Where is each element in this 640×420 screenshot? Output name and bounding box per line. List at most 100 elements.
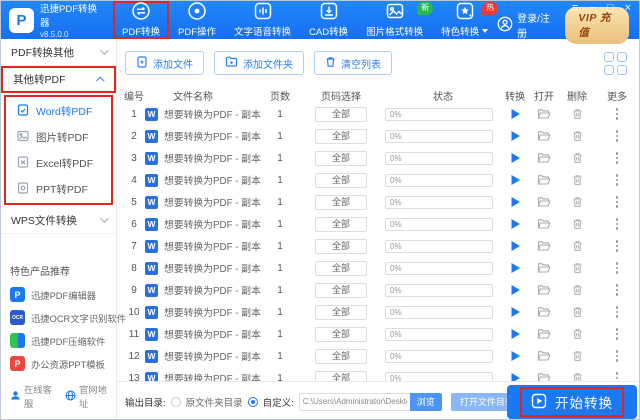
convert-play-button[interactable] bbox=[501, 240, 529, 252]
more-options-button[interactable] bbox=[595, 108, 639, 120]
convert-play-button[interactable] bbox=[501, 306, 529, 318]
page-select-button[interactable]: 全部 bbox=[315, 217, 367, 232]
sidebar-item-ppt-to-pdf[interactable]: PPT转PDF bbox=[6, 176, 111, 202]
convert-play-button[interactable] bbox=[501, 350, 529, 362]
open-folder-button[interactable] bbox=[529, 174, 559, 186]
open-folder-button[interactable] bbox=[529, 152, 559, 164]
page-select-button[interactable]: 全部 bbox=[315, 129, 367, 144]
delete-button[interactable] bbox=[559, 152, 595, 164]
page-select-button[interactable]: 全部 bbox=[315, 283, 367, 298]
convert-play-button[interactable] bbox=[501, 262, 529, 274]
sidebar-section-pdf-to-other[interactable]: PDF转换其他 bbox=[1, 39, 116, 66]
radio-original-label[interactable]: 原文件夹目录 bbox=[186, 395, 243, 409]
delete-button[interactable] bbox=[559, 306, 595, 318]
open-folder-button[interactable] bbox=[529, 350, 559, 362]
radio-original-folder[interactable] bbox=[171, 397, 181, 407]
nav-image-format-convert[interactable]: 新 图片格式转换 bbox=[357, 1, 432, 39]
more-options-button[interactable] bbox=[595, 262, 639, 274]
product-pdf-compressor[interactable]: 迅捷PDF压缩软件 bbox=[10, 329, 107, 352]
convert-play-button[interactable] bbox=[501, 130, 529, 142]
nav-text-speech-convert[interactable]: 文字语音转换 bbox=[225, 1, 300, 39]
more-options-button[interactable] bbox=[595, 218, 639, 230]
convert-play-button[interactable] bbox=[501, 174, 529, 186]
open-folder-button[interactable] bbox=[529, 130, 559, 142]
delete-button[interactable] bbox=[559, 130, 595, 142]
start-convert-button[interactable]: 开始转换 bbox=[507, 385, 637, 419]
maximize-button[interactable]: □ bbox=[607, 3, 614, 14]
minimize-button[interactable]: − bbox=[589, 3, 595, 14]
nav-cad-convert[interactable]: CAD转换 bbox=[300, 1, 357, 39]
open-folder-button[interactable] bbox=[529, 328, 559, 340]
more-options-button[interactable] bbox=[595, 350, 639, 362]
delete-button[interactable] bbox=[559, 108, 595, 120]
more-options-button[interactable] bbox=[595, 152, 639, 164]
convert-play-button[interactable] bbox=[501, 218, 529, 230]
add-folder-button[interactable]: 添加文件夹 bbox=[214, 51, 304, 75]
delete-button[interactable] bbox=[559, 196, 595, 208]
clear-list-button[interactable]: 清空列表 bbox=[314, 51, 392, 75]
page-select-button[interactable]: 全部 bbox=[315, 173, 367, 188]
grid-view-icon[interactable] bbox=[604, 52, 627, 75]
more-options-button[interactable] bbox=[595, 328, 639, 340]
open-folder-button[interactable] bbox=[529, 372, 559, 381]
page-select-button[interactable]: 全部 bbox=[315, 371, 367, 382]
page-select-button[interactable]: 全部 bbox=[315, 195, 367, 210]
delete-button[interactable] bbox=[559, 328, 595, 340]
more-options-button[interactable] bbox=[595, 306, 639, 318]
sidebar-item-image-to-pdf[interactable]: 图片转PDF bbox=[6, 124, 111, 150]
nav-special-convert[interactable]: 热 特色转换 bbox=[432, 1, 497, 39]
nav-pdf-operate[interactable]: PDF操作 bbox=[169, 1, 225, 39]
close-button[interactable]: × bbox=[625, 3, 631, 14]
convert-play-button[interactable] bbox=[501, 108, 529, 120]
convert-play-button[interactable] bbox=[501, 152, 529, 164]
convert-play-button[interactable] bbox=[501, 372, 529, 381]
open-folder-button[interactable] bbox=[529, 218, 559, 230]
convert-play-button[interactable] bbox=[501, 284, 529, 296]
nav-pdf-convert[interactable]: PDF转换 bbox=[113, 1, 169, 39]
output-path-input[interactable] bbox=[299, 393, 411, 411]
online-service-link[interactable]: 在线客服 bbox=[10, 382, 52, 410]
open-folder-button[interactable] bbox=[529, 240, 559, 252]
more-options-button[interactable] bbox=[595, 196, 639, 208]
page-select-button[interactable]: 全部 bbox=[315, 151, 367, 166]
product-pdf-editor[interactable]: P 迅捷PDF编辑器 bbox=[10, 283, 107, 306]
more-options-button[interactable] bbox=[595, 240, 639, 252]
page-select-button[interactable]: 全部 bbox=[315, 349, 367, 364]
sidebar-item-word-to-pdf[interactable]: Word转PDF bbox=[6, 98, 111, 124]
more-options-button[interactable] bbox=[595, 372, 639, 381]
open-folder-button[interactable] bbox=[529, 108, 559, 120]
convert-play-button[interactable] bbox=[501, 328, 529, 340]
delete-button[interactable] bbox=[559, 284, 595, 296]
page-select-button[interactable]: 全部 bbox=[315, 305, 367, 320]
open-folder-button[interactable] bbox=[529, 196, 559, 208]
sidebar-item-excel-to-pdf[interactable]: Excel转PDF bbox=[6, 150, 111, 176]
page-select-button[interactable]: 全部 bbox=[315, 107, 367, 122]
sidebar-section-other-to-pdf[interactable]: 其他转PDF bbox=[1, 66, 116, 93]
more-options-button[interactable] bbox=[595, 284, 639, 296]
open-folder-button[interactable] bbox=[529, 262, 559, 274]
website-link[interactable]: 官网地址 bbox=[65, 382, 107, 410]
add-file-button[interactable]: 添加文件 bbox=[125, 51, 204, 75]
more-options-button[interactable] bbox=[595, 130, 639, 142]
delete-button[interactable] bbox=[559, 174, 595, 186]
delete-button[interactable] bbox=[559, 262, 595, 274]
open-folder-button[interactable] bbox=[529, 306, 559, 318]
open-folder-button[interactable] bbox=[529, 284, 559, 296]
login-register-button[interactable]: 登录/注册 bbox=[497, 10, 551, 40]
delete-button[interactable] bbox=[559, 372, 595, 381]
page-select-button[interactable]: 全部 bbox=[315, 239, 367, 254]
product-ppt-templates[interactable]: P 办公资源PPT模板 bbox=[10, 352, 107, 375]
delete-button[interactable] bbox=[559, 350, 595, 362]
more-options-button[interactable] bbox=[595, 174, 639, 186]
browse-button[interactable]: 浏览 bbox=[410, 393, 442, 411]
page-select-button[interactable]: 全部 bbox=[315, 261, 367, 276]
delete-button[interactable] bbox=[559, 240, 595, 252]
delete-button[interactable] bbox=[559, 218, 595, 230]
convert-play-button[interactable] bbox=[501, 196, 529, 208]
radio-custom[interactable] bbox=[248, 397, 258, 407]
sidebar-section-wps[interactable]: WPS文件转换 bbox=[1, 207, 116, 234]
radio-custom-label[interactable]: 自定义: bbox=[263, 395, 294, 409]
menu-button[interactable]: ≡ bbox=[572, 3, 578, 14]
product-ocr-software[interactable]: OCR 迅捷OCR文字识别软件 bbox=[10, 306, 107, 329]
page-select-button[interactable]: 全部 bbox=[315, 327, 367, 342]
